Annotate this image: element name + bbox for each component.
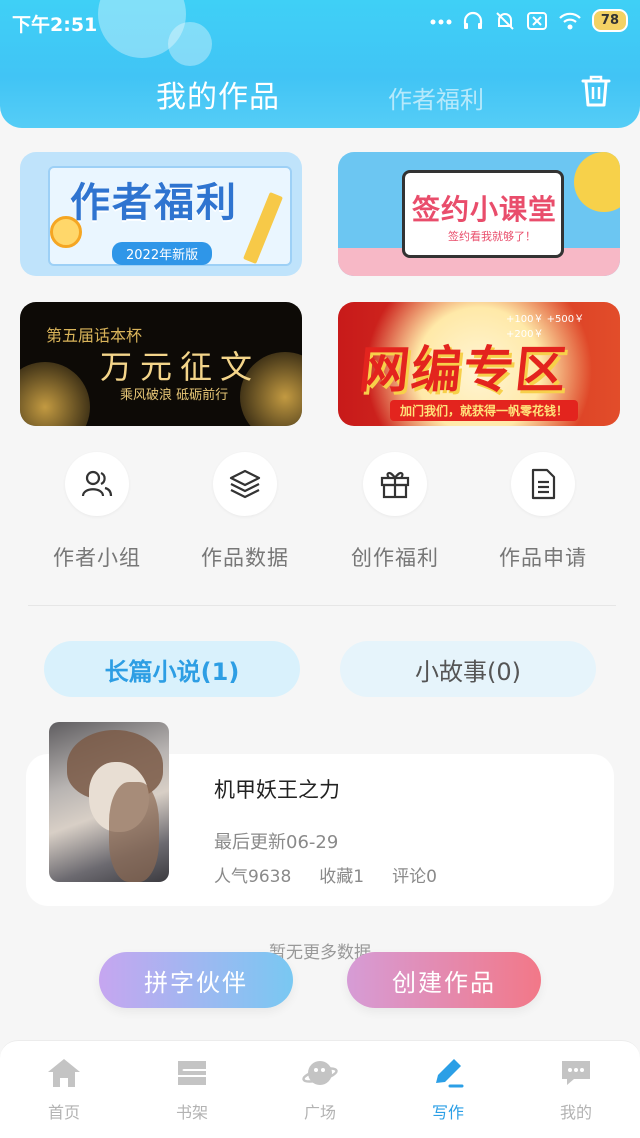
action-author-group[interactable]: 作者小组 <box>22 452 172 572</box>
decor-circle <box>574 152 620 212</box>
banner-editor-zone[interactable]: +100￥ +500￥ +200￥ 网编专区 加门我们，就获得一帆零花钱！ <box>338 302 620 426</box>
action-creation-benefits[interactable]: 创作福利 <box>320 452 470 572</box>
layers-icon <box>213 452 277 516</box>
bottom-navigation: 首页 书架 广场 写作 我的 <box>0 1040 640 1138</box>
work-last-updated: 最后更新06-29 <box>214 832 339 853</box>
top-header: 下午2:51 78 我的作品 作者福利 <box>0 0 640 128</box>
pen-icon <box>430 1057 466 1093</box>
chat-bubble-icon <box>558 1057 594 1093</box>
sim-x-icon <box>526 11 548 31</box>
trash-icon[interactable] <box>580 74 612 112</box>
tab-short-story[interactable]: 小故事(0) <box>340 641 596 697</box>
cover-art-hair <box>109 782 159 882</box>
nav-home[interactable]: 首页 <box>0 1041 128 1138</box>
tab-author-benefits[interactable]: 作者福利 <box>388 80 484 115</box>
word-partner-button[interactable]: 拼字伙伴 <box>99 952 293 1008</box>
home-icon <box>46 1057 82 1093</box>
tab-long-novel[interactable]: 长篇小说(1) <box>44 641 300 697</box>
action-label: 作品申请 <box>499 546 587 570</box>
nav-label: 写作 <box>431 1103 464 1122</box>
status-time: 下午2:51 <box>12 14 98 36</box>
tab-my-works[interactable]: 我的作品 <box>156 72 280 116</box>
headset-icon <box>462 10 484 32</box>
banner-subtitle: 加门我们，就获得一帆零花钱！ <box>390 400 579 421</box>
banner-title: 万元征文 <box>100 348 261 386</box>
nav-profile[interactable]: 我的 <box>512 1041 640 1138</box>
work-favorites: 收藏1 <box>319 867 365 887</box>
banner-subtitle: 2022年新版 <box>112 242 213 265</box>
clock-icon <box>50 216 82 248</box>
group-icon <box>65 452 129 516</box>
action-label: 作品数据 <box>201 546 289 570</box>
banner-essay-contest[interactable]: 第五届话本杯 万元征文 乘风破浪 砥砺前行 <box>20 302 302 426</box>
nav-bookshelf[interactable]: 书架 <box>128 1041 256 1138</box>
nav-write[interactable]: 写作 <box>384 1041 512 1138</box>
nav-label: 书架 <box>175 1103 208 1122</box>
work-title: 机甲妖王之力 <box>214 778 340 802</box>
banner-author-benefits[interactable]: 作者福利 2022年新版 <box>20 152 302 276</box>
banner-signing-class[interactable]: 签约小课堂 签约看我就够了！ <box>338 152 620 276</box>
bookshelf-icon <box>174 1057 210 1093</box>
create-work-button[interactable]: 创建作品 <box>347 952 541 1008</box>
banner-subtitle: 签约看我就够了！ <box>448 230 536 243</box>
work-cover-image[interactable] <box>49 722 169 882</box>
work-comments: 评论0 <box>392 867 437 887</box>
action-work-data[interactable]: 作品数据 <box>170 452 320 572</box>
status-icons: 78 <box>430 9 628 32</box>
action-label: 作者小组 <box>53 546 141 570</box>
banner-subtitle: 乘风破浪 砥砺前行 <box>120 388 229 403</box>
nav-plaza[interactable]: 广场 <box>256 1041 384 1138</box>
status-bar: 下午2:51 78 <box>0 0 640 44</box>
nav-label: 首页 <box>47 1103 80 1122</box>
banner-title: 签约小课堂 <box>412 193 558 226</box>
nav-label: 我的 <box>559 1103 592 1122</box>
bell-muted-icon <box>494 10 516 32</box>
banner-title: 网编专区 <box>356 341 571 399</box>
planet-icon <box>302 1057 338 1093</box>
action-label: 创作福利 <box>351 546 439 570</box>
dots-icon <box>430 16 452 26</box>
decor-glow <box>20 362 90 426</box>
battery-indicator: 78 <box>591 9 628 32</box>
banner-title: 作者福利 <box>70 180 238 226</box>
section-divider <box>28 605 616 606</box>
gift-icon <box>363 452 427 516</box>
work-popularity: 人气9638 <box>214 867 292 887</box>
no-more-data-text: 暂无更多数据 <box>269 943 371 963</box>
wifi-icon <box>558 11 582 31</box>
nav-label: 广场 <box>303 1103 336 1122</box>
work-stats: 人气9638 收藏1 评论0 <box>214 862 437 887</box>
document-icon <box>511 452 575 516</box>
action-work-application[interactable]: 作品申请 <box>468 452 618 572</box>
